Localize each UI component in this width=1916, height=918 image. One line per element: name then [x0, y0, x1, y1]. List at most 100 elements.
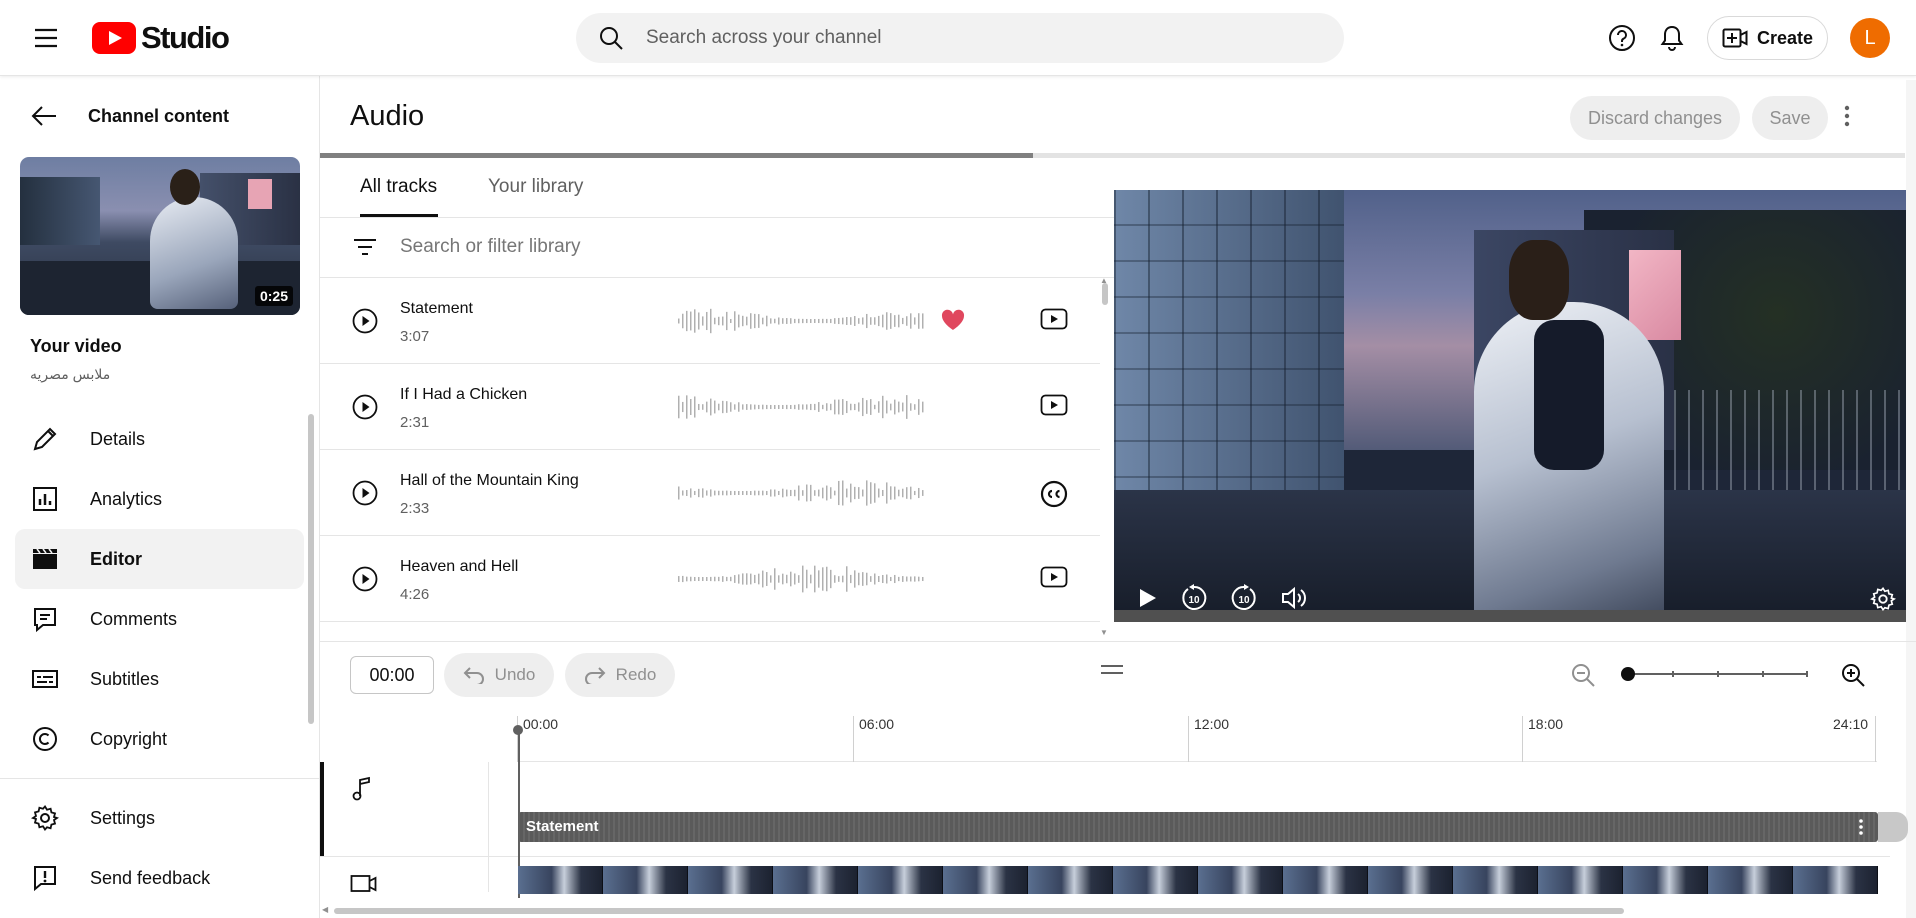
zoom-out-icon[interactable] — [1570, 662, 1596, 688]
audio-clip-waveform — [518, 812, 1878, 842]
sidebar-divider — [0, 778, 319, 779]
undo-icon — [463, 667, 484, 684]
tab-your-library[interactable]: Your library — [488, 176, 583, 198]
scroll-down-arrow-icon[interactable]: ▼ — [1100, 628, 1108, 637]
video-track-icon — [350, 873, 378, 893]
video-frame-thumbnail — [1028, 866, 1113, 894]
ruler-tick-label: 00:00 — [523, 716, 559, 732]
track-waveform — [678, 480, 924, 506]
current-time-input[interactable]: 00:00 — [350, 656, 434, 694]
back-to-channel-content[interactable]: Channel content — [30, 104, 229, 128]
sidebar-item-label: Settings — [90, 807, 156, 828]
music-note-icon — [350, 776, 374, 802]
avatar[interactable]: L — [1850, 18, 1890, 58]
track-name: If I Had a Chicken — [400, 386, 528, 403]
lane-divider — [320, 856, 1890, 857]
forward-10-icon[interactable]: 10 — [1230, 584, 1258, 612]
sidebar-scrollbar[interactable] — [308, 414, 314, 724]
save-button[interactable]: Save — [1752, 96, 1828, 140]
page-scrollbar[interactable] — [1906, 80, 1916, 918]
scroll-left-arrow-icon[interactable]: ◀ — [322, 905, 328, 914]
filter-icon[interactable] — [352, 235, 378, 259]
rewind-10-icon[interactable]: 10 — [1180, 584, 1208, 612]
resize-handle-icon[interactable] — [1100, 664, 1124, 676]
video-track-strip[interactable] — [518, 866, 1878, 894]
ruler-tick-line — [1522, 716, 1523, 762]
track-row[interactable]: Heaven and Hell 4:26 — [320, 536, 1100, 622]
help-icon[interactable] — [1607, 23, 1637, 53]
audio-clip[interactable]: Statement — [518, 812, 1878, 842]
sidebar-item-analytics[interactable]: Analytics — [15, 469, 304, 529]
lane-header-separator — [488, 762, 489, 892]
video-frame-thumbnail — [858, 866, 943, 894]
track-duration: 3:07 — [400, 328, 430, 345]
create-button[interactable]: Create — [1707, 16, 1828, 60]
video-controls: 10 10 — [1114, 574, 1906, 622]
track-row[interactable]: Statement 3:07 — [320, 278, 1100, 364]
sidebar-item-comments[interactable]: Comments — [15, 589, 304, 649]
library-tabs: All tracks Your library — [320, 158, 1114, 218]
zoom-in-icon[interactable] — [1840, 662, 1866, 688]
thumbnail-duration: 0:25 — [254, 286, 293, 306]
zoom-slider-knob[interactable] — [1621, 667, 1635, 681]
comment-icon — [30, 604, 60, 634]
tab-all-tracks[interactable]: All tracks — [360, 176, 437, 198]
play-icon[interactable] — [1136, 586, 1158, 610]
back-label: Channel content — [88, 105, 230, 126]
play-track-icon[interactable] — [352, 308, 378, 334]
undo-button[interactable]: Undo — [444, 653, 554, 697]
video-frame-thumbnail — [1113, 866, 1198, 894]
play-track-icon[interactable] — [352, 566, 378, 592]
analytics-icon — [30, 484, 60, 514]
track-waveform — [678, 395, 924, 419]
audio-clip-trim-handle[interactable] — [1878, 812, 1908, 842]
youtube-studio-logo[interactable]: Studio — [92, 20, 230, 56]
notifications-bell-icon[interactable] — [1657, 23, 1687, 53]
zoom-tick — [1672, 671, 1674, 677]
library-scrollbar[interactable] — [1102, 283, 1108, 305]
sidebar-item-details[interactable]: Details — [15, 409, 304, 469]
youtube-icon — [1040, 308, 1068, 330]
video-preview[interactable] — [1114, 190, 1906, 622]
playhead-handle[interactable] — [513, 725, 523, 735]
feedback-icon — [30, 863, 60, 893]
sidebar-item-send-feedback[interactable]: Send feedback — [15, 848, 304, 908]
video-thumbnail[interactable]: 0:25 — [20, 157, 300, 315]
volume-icon[interactable] — [1280, 585, 1308, 611]
sidebar-item-copyright[interactable]: Copyright — [15, 709, 304, 769]
clip-more-options-icon[interactable] — [1858, 818, 1864, 836]
timeline-divider — [320, 641, 1916, 642]
sidebar-item-subtitles[interactable]: Subtitles — [15, 649, 304, 709]
audio-library-panel: All tracks Your library Statement 3:07 I… — [320, 158, 1114, 641]
favorite-heart-icon[interactable] — [940, 308, 966, 332]
more-options-icon[interactable] — [1843, 104, 1851, 128]
sidebar-item-label: Comments — [90, 608, 178, 629]
youtube-icon — [1040, 394, 1068, 416]
timeline-horizontal-scrollbar[interactable] — [334, 908, 1624, 914]
video-settings-gear-icon[interactable] — [1870, 586, 1896, 612]
discard-changes-button[interactable]: Discard changes — [1570, 96, 1740, 140]
library-filter-bar[interactable] — [320, 218, 1114, 278]
ruler-tick-line — [1875, 716, 1876, 762]
redo-button[interactable]: Redo — [565, 653, 675, 697]
page-title: Audio — [350, 100, 425, 132]
logo-text: Studio — [141, 20, 230, 55]
pencil-icon — [30, 424, 60, 454]
search-bar[interactable] — [576, 13, 1344, 63]
creative-commons-icon — [1040, 480, 1068, 508]
video-frame-thumbnail — [1623, 866, 1708, 894]
video-frame-thumbnail — [773, 866, 858, 894]
sidebar-item-settings[interactable]: Settings — [15, 788, 304, 848]
video-title: ملابس مصريه — [30, 366, 111, 382]
track-row[interactable]: If I Had a Chicken 2:31 — [320, 364, 1100, 450]
library-filter-input[interactable] — [400, 236, 1000, 258]
add-video-icon — [1722, 28, 1748, 48]
play-track-icon[interactable] — [352, 480, 378, 506]
sidebar-item-editor[interactable]: Editor — [15, 529, 304, 589]
redo-label: Redo — [615, 665, 657, 684]
search-input[interactable] — [646, 27, 1246, 49]
track-row[interactable]: Hall of the Mountain King 2:33 — [320, 450, 1100, 536]
play-track-icon[interactable] — [352, 394, 378, 420]
audio-clip-name: Statement — [526, 818, 599, 835]
menu-icon[interactable] — [32, 24, 60, 52]
